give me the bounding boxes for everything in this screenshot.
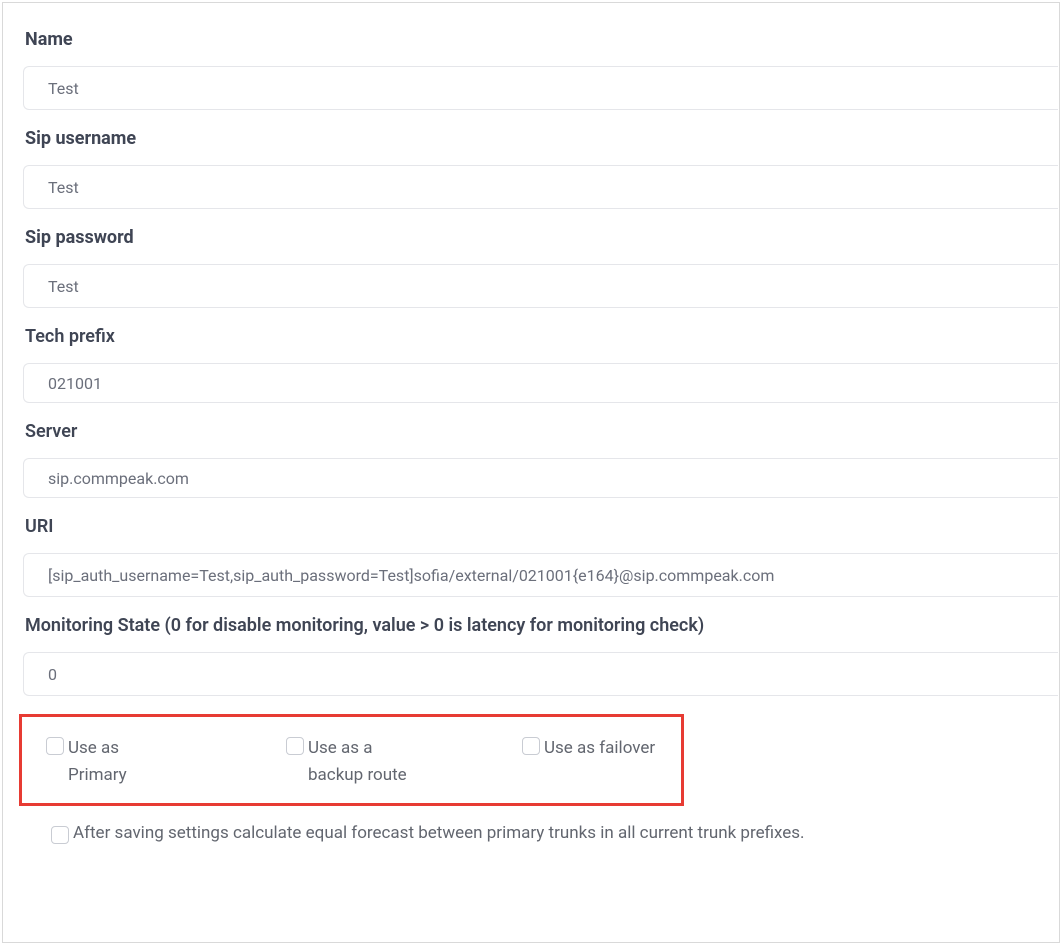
trunk-role-checkbox-group: Use as Primary Use as a backup route Use…	[19, 714, 684, 806]
label-uri: URI	[25, 516, 1059, 537]
checkbox-backup-wrap: Use as a backup route	[286, 735, 522, 789]
field-name: Name	[23, 29, 1059, 110]
input-sip-password[interactable]	[23, 264, 1058, 308]
label-sip-username: Sip username	[25, 128, 1059, 149]
checkbox-failover-label: Use as failover	[544, 735, 655, 762]
field-tech-prefix: Tech prefix	[23, 326, 1059, 403]
field-sip-password: Sip password	[23, 227, 1059, 308]
input-server[interactable]	[23, 458, 1058, 498]
field-sip-username: Sip username	[23, 128, 1059, 209]
checkbox-backup[interactable]	[286, 737, 304, 755]
input-name[interactable]	[23, 66, 1058, 110]
checkbox-forecast-label: After saving settings calculate equal fo…	[73, 820, 805, 847]
checkbox-failover[interactable]	[522, 737, 540, 755]
field-uri: URI	[23, 516, 1059, 597]
checkbox-primary[interactable]	[46, 737, 64, 755]
input-uri[interactable]	[23, 553, 1058, 597]
form-panel: Name Sip username Sip password Tech pref…	[2, 2, 1060, 943]
label-monitoring-state: Monitoring State (0 for disable monitori…	[25, 615, 1059, 636]
checkbox-forecast-wrap: After saving settings calculate equal fo…	[23, 820, 1059, 847]
label-server: Server	[25, 421, 1059, 442]
field-server: Server	[23, 421, 1059, 498]
label-sip-password: Sip password	[25, 227, 1059, 248]
checkbox-failover-wrap: Use as failover	[522, 735, 657, 789]
checkbox-primary-label: Use as Primary	[68, 735, 153, 789]
input-monitoring-state[interactable]	[23, 652, 1058, 696]
field-monitoring-state: Monitoring State (0 for disable monitori…	[23, 615, 1059, 696]
label-name: Name	[25, 29, 1059, 50]
label-tech-prefix: Tech prefix	[25, 326, 1059, 347]
checkbox-backup-label: Use as a backup route	[308, 735, 428, 789]
input-sip-username[interactable]	[23, 165, 1058, 209]
checkbox-forecast[interactable]	[51, 826, 69, 844]
input-tech-prefix[interactable]	[23, 363, 1058, 403]
checkbox-primary-wrap: Use as Primary	[46, 735, 286, 789]
